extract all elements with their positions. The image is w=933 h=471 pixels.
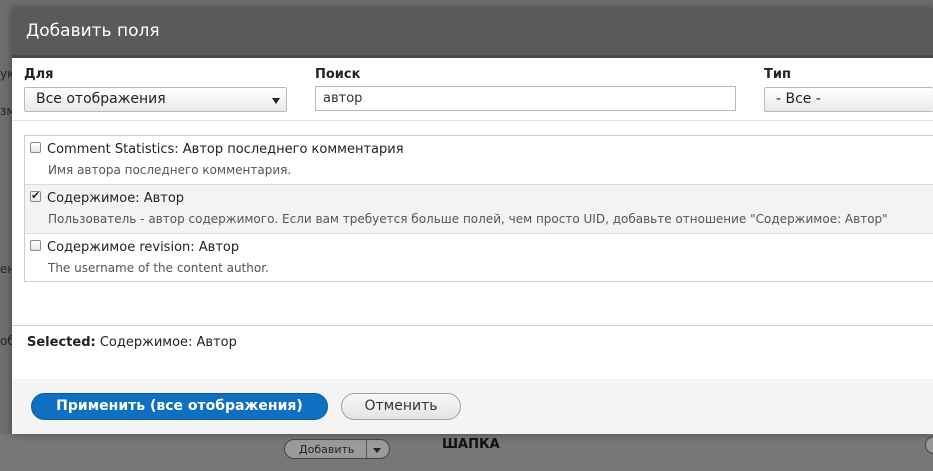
field-description: The username of the content author.: [48, 261, 269, 275]
divider: [366, 440, 367, 458]
field-title: Comment Statistics: Автор последнего ком…: [47, 142, 404, 157]
dialog-title: Добавить поля: [12, 8, 933, 58]
type-select[interactable]: - Все -: [764, 87, 933, 112]
list-item[interactable]: Содержимое revision: Автор The username …: [25, 234, 933, 281]
add-fields-dialog: Добавить поля Для Все отображения Поиск …: [12, 8, 933, 434]
cancel-button[interactable]: Отменить: [341, 393, 461, 420]
background-fragment: зм: [0, 104, 12, 118]
dialog-footer: Применить (все отображения) Отменить: [12, 379, 933, 434]
background-fragment: ен: [0, 262, 12, 276]
background-section-heading: ШАПКА: [442, 437, 500, 452]
apply-button[interactable]: Применить (все отображения): [31, 393, 328, 420]
selected-text: Selected: Содержимое: Автор: [27, 335, 237, 350]
for-select-value: Все отображения: [36, 91, 166, 107]
background-add-button: Добавить: [284, 439, 390, 459]
type-label: Тип: [764, 67, 791, 82]
fields-list: Comment Statistics: Автор последнего ком…: [24, 135, 933, 282]
background-fragment: об: [0, 334, 12, 348]
field-title: Содержимое: Автор: [47, 191, 185, 206]
field-checkbox[interactable]: [30, 142, 41, 153]
list-item[interactable]: ✔ Содержимое: Автор Пользователь - автор…: [25, 185, 933, 234]
background-add-label: Добавить: [299, 443, 355, 456]
selected-value: Содержимое: Автор: [99, 335, 237, 350]
field-checkbox[interactable]: [30, 240, 41, 251]
selected-summary: Selected: Содержимое: Автор: [12, 325, 933, 379]
checkmark-icon: ✔: [31, 189, 41, 202]
for-label: Для: [24, 67, 54, 82]
field-checkbox[interactable]: ✔: [30, 189, 41, 202]
chevron-down-icon: [373, 448, 381, 453]
field-title: Содержимое revision: Автор: [47, 240, 240, 255]
type-select-value: - Все -: [776, 91, 821, 107]
field-description: Пользователь - автор содержимого. Если в…: [48, 212, 888, 226]
search-label: Поиск: [315, 67, 361, 82]
background-fragment: ук: [0, 67, 12, 81]
search-input[interactable]: [315, 86, 736, 111]
list-item[interactable]: Comment Statistics: Автор последнего ком…: [25, 136, 933, 185]
for-select[interactable]: Все отображения: [24, 87, 287, 112]
field-description: Имя автора последнего комментария.: [48, 163, 292, 177]
filters-bar: Для Все отображения Поиск Тип - Все -: [12, 58, 933, 121]
chevron-down-icon: [272, 98, 280, 104]
selected-label: Selected:: [27, 335, 96, 350]
